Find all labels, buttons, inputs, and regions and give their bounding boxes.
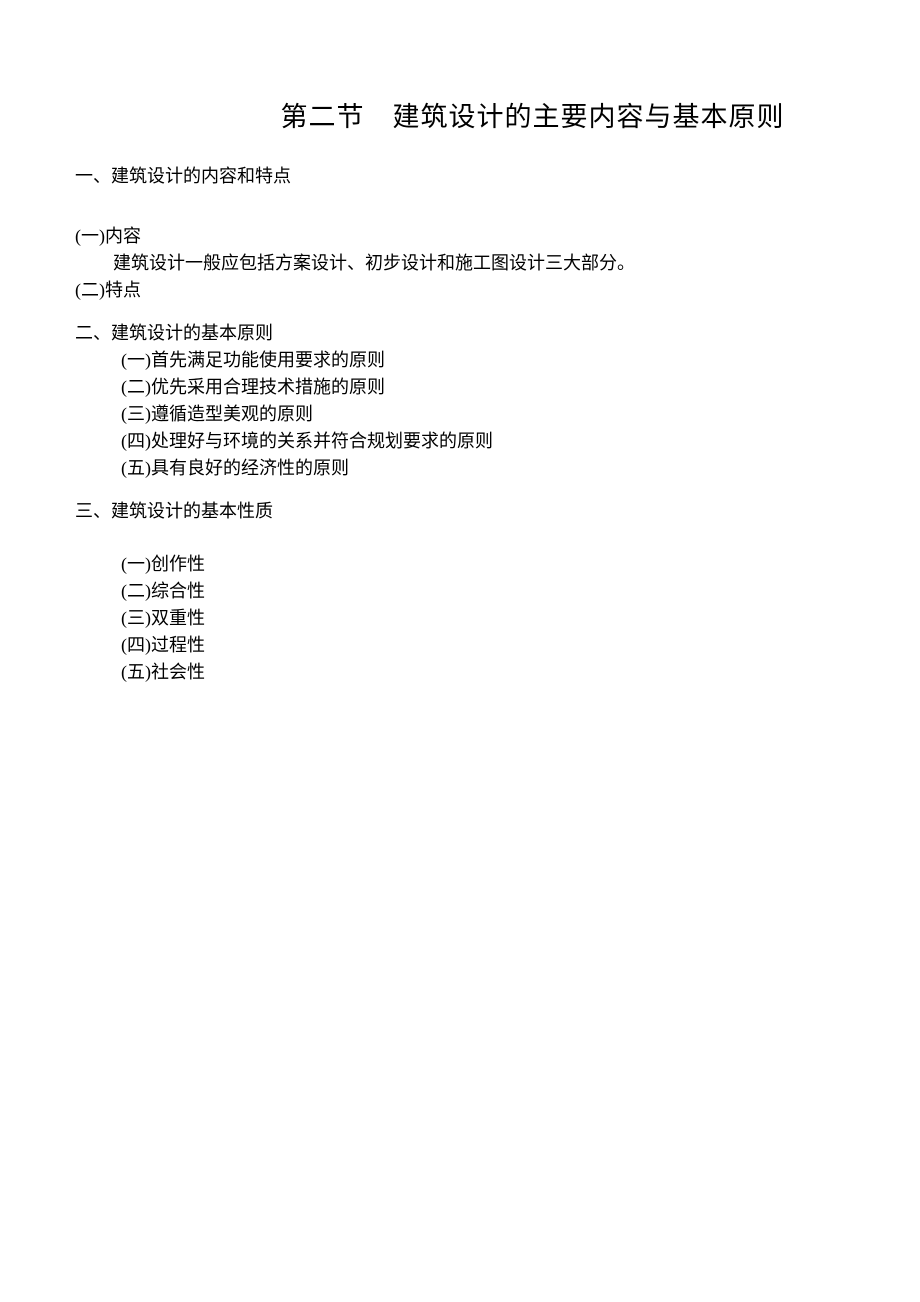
section-3-heading: 三、建筑设计的基本性质	[75, 498, 845, 525]
page-title: 第二节 建筑设计的主要内容与基本原则	[75, 95, 845, 134]
section-1-heading: 一、建筑设计的内容和特点	[75, 162, 845, 191]
section-3-item: (一)创作性	[75, 551, 845, 578]
section-1-body-1: 建筑设计一般应包括方案设计、初步设计和施工图设计三大部分。	[75, 250, 845, 277]
section-2-item: (一)首先满足功能使用要求的原则	[75, 347, 845, 374]
section-1-sub-2: (二)特点	[75, 277, 845, 304]
section-3-item: (五)社会性	[75, 659, 845, 686]
section-3-item: (四)过程性	[75, 632, 845, 659]
section-2-heading: 二、建筑设计的基本原则	[75, 320, 845, 347]
section-2-item: (五)具有良好的经济性的原则	[75, 455, 845, 482]
section-2-item: (四)处理好与环境的关系并符合规划要求的原则	[75, 428, 845, 455]
section-2-item: (三)遵循造型美观的原则	[75, 401, 845, 428]
section-1-sub-1: (一)内容	[75, 223, 845, 250]
section-3-item: (三)双重性	[75, 605, 845, 632]
section-3-item: (二)综合性	[75, 578, 845, 605]
section-2-item: (二)优先采用合理技术措施的原则	[75, 374, 845, 401]
